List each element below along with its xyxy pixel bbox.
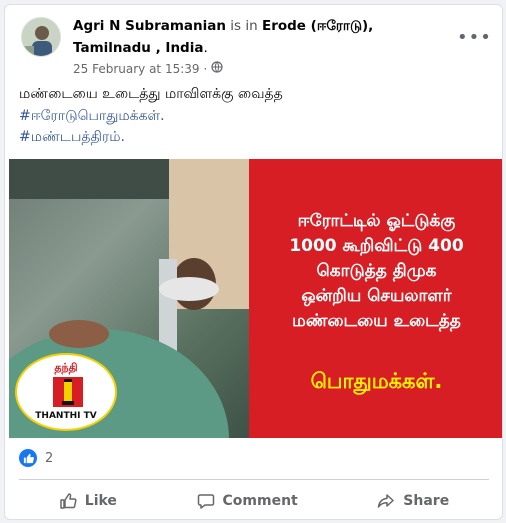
share-icon [378,494,395,508]
headline-line: ஈரோட்டில் ஓட்டுக்கு [297,211,456,231]
comment-button[interactable]: Comment [187,488,308,514]
post-text: மண்டையை உடைத்து மாவிளக்கு வைத்த [19,86,283,102]
action-bar: Like Comment Share [19,483,489,519]
comment-label: Comment [222,493,298,509]
channel-logo: தந்தி THANTHI TV [15,353,117,431]
post-image[interactable]: ஈரோட்டில் ஓட்டுக்கு 1000 கூறிவிட்டு 400 … [9,159,502,438]
like-button[interactable]: Like [49,488,127,514]
hashtag-link[interactable]: #மண்டபத்திரம். [19,129,125,147]
reaction-count[interactable]: 2 [45,451,53,466]
hashtag-link[interactable]: #ஈரோடுபொதுமக்கள். [19,105,489,127]
reaction-summary[interactable]: 2 [19,449,53,467]
share-button[interactable]: Share [367,488,459,514]
post-header: Agri N Subramanian is in Erode (ஈரோடு), … [19,15,491,77]
author-name[interactable]: Agri N Subramanian [73,18,226,34]
location-tail: . [203,40,208,56]
headline-emphasis: பொதுமக்கள். [310,369,443,393]
post-timestamp[interactable]: 25 February at 15:39 [73,62,200,76]
headline-text: ஈரோட்டில் ஓட்டுக்கு 1000 கூறிவிட்டு 400 … [249,209,502,334]
headline-line: 1000 கூறிவிட்டு 400 [289,236,464,256]
headline-line: மண்டையை உடைத்த [292,311,461,331]
action-divider [19,479,489,480]
headline-line: கொடுத்த திமுக [316,261,437,281]
globe-icon [211,61,223,76]
like-reaction-icon [19,449,37,467]
post-body: மண்டையை உடைத்து மாவிளக்கு வைத்த #ஈரோடுபொ… [19,83,489,127]
author-line: Agri N Subramanian is in Erode (ஈரோடு), … [73,15,453,59]
more-options-icon[interactable]: ••• [457,27,491,51]
headline-line: ஒன்றிய செயலாளர் [301,286,452,306]
thumbs-up-icon [60,493,77,509]
headline-panel: ஈரோட்டில் ஓட்டுக்கு 1000 கூறிவிட்டு 400 … [249,159,502,438]
meta-separator: · [203,61,208,76]
author-avatar[interactable] [21,17,61,57]
post-card: Agri N Subramanian is in Erode (ஈரோடு), … [4,4,503,520]
like-label: Like [84,493,117,509]
post-meta: 25 February at 15:39 · [73,61,223,76]
lighthouse-icon [53,377,83,407]
logo-title: தந்தி [54,361,78,374]
is-in-text: is in [226,18,262,34]
logo-label: THANTHI TV [35,411,97,421]
comment-icon [197,494,214,509]
share-label: Share [403,493,450,509]
